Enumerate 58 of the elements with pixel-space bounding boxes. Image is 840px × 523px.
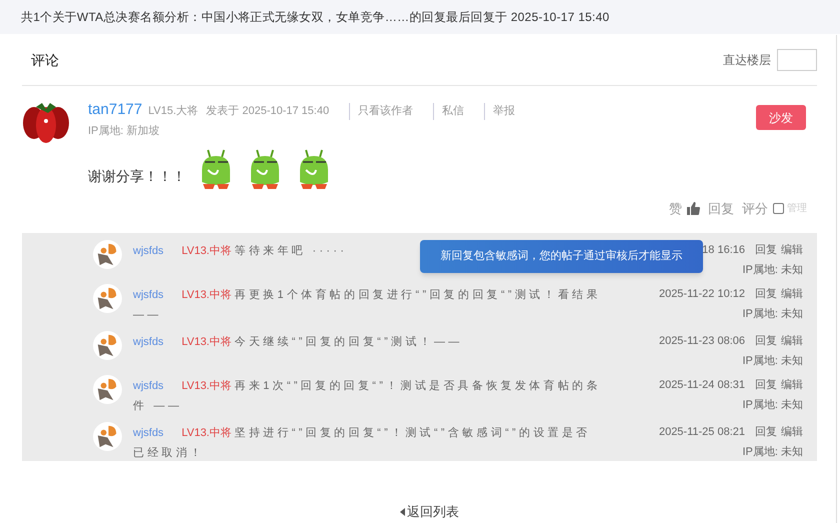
back-link[interactable]: 返回列表 bbox=[400, 502, 459, 522]
edit-link[interactable]: 编辑 bbox=[781, 284, 803, 304]
reply-text: wjsfds LV13.中将 再来1次“”回复的回复“”！测试是否具备恢复发体育帖的条件 —— bbox=[133, 378, 602, 414]
ip-location: IP属地: 新加坡 bbox=[88, 124, 161, 138]
floor-button[interactable]: 沙发 bbox=[756, 105, 806, 130]
post-action-link[interactable]: 只看该作者 bbox=[349, 103, 414, 120]
username-link[interactable]: tan7177 bbox=[88, 99, 142, 122]
floor-input[interactable] bbox=[777, 49, 817, 71]
ip-location: IP属地: 未知 bbox=[742, 354, 803, 369]
reply-link[interactable]: 回复 bbox=[755, 240, 777, 260]
reply-time: 18 16:16 bbox=[702, 243, 745, 258]
username-link[interactable]: wjsfds bbox=[133, 289, 164, 301]
reply-button[interactable]: 回复 bbox=[708, 198, 734, 218]
edit-link[interactable]: 编辑 bbox=[781, 422, 803, 442]
username-link[interactable]: wjsfds bbox=[133, 380, 164, 392]
like-button[interactable]: 赞 bbox=[669, 198, 682, 218]
post-time: 发表于 2025-10-17 15:40 bbox=[206, 104, 330, 119]
reply-text: wjsfds LV13.中将 再更换1个体育帖的回复进行“”回复的回复“”测试！看结果 —— bbox=[133, 288, 602, 323]
thumbs-up-icon[interactable] bbox=[686, 201, 700, 216]
reply-time: 2025-11-23 08:06 bbox=[658, 334, 745, 349]
monster-sticker-icon bbox=[248, 148, 282, 190]
reply-time: 2025-11-24 08:31 bbox=[658, 378, 745, 393]
section-title: 评论 bbox=[31, 50, 59, 70]
jump-label: 直达楼层 bbox=[723, 52, 771, 69]
reply-text: wjsfds LV13.中将 今天继续“”回复的回复“”测试！—— bbox=[133, 335, 464, 350]
rate-button[interactable]: 评分 bbox=[742, 198, 768, 218]
post-action-link[interactable]: 私信 bbox=[433, 103, 464, 120]
avatar bbox=[93, 375, 122, 404]
post-action-link[interactable]: 举报 bbox=[484, 103, 516, 120]
monster-sticker-icon bbox=[199, 148, 233, 190]
ip-location: IP属地: 未知 bbox=[742, 445, 803, 460]
post-body: 谢谢分享！！！ bbox=[88, 167, 186, 186]
ip-location: IP属地: 未知 bbox=[742, 398, 803, 413]
manage-checkbox[interactable] bbox=[773, 202, 784, 214]
monster-sticker-icon bbox=[297, 148, 331, 190]
reply-time: 2025-11-22 10:12 bbox=[658, 287, 745, 302]
edit-link[interactable]: 编辑 bbox=[781, 331, 803, 351]
edit-link[interactable]: 编辑 bbox=[781, 240, 803, 260]
avatar bbox=[93, 240, 122, 269]
reply-link[interactable]: 回复 bbox=[755, 422, 777, 442]
notice-toast: 新回复包含敏感词，您的帖子通过审核后才能显示 bbox=[420, 240, 703, 273]
ip-location: IP属地: 未知 bbox=[742, 263, 803, 278]
username-link[interactable]: wjsfds bbox=[133, 427, 164, 439]
ip-location: IP属地: 未知 bbox=[742, 307, 803, 322]
reply-link[interactable]: 回复 bbox=[755, 375, 777, 395]
username-link[interactable]: wjsfds bbox=[133, 336, 164, 348]
username-link[interactable]: wjsfds bbox=[133, 245, 164, 257]
reply-text: wjsfds LV13.中将 坚持进行“”回复的回复“”！测试“”含敏感词“”的设置是否已经取消！ bbox=[133, 426, 592, 461]
reply-link[interactable]: 回复 bbox=[755, 331, 777, 351]
avatar bbox=[93, 284, 122, 313]
avatar bbox=[93, 422, 122, 451]
user-level: LV15.大将 bbox=[148, 104, 198, 119]
reply-link[interactable]: 回复 bbox=[755, 284, 777, 304]
edit-link[interactable]: 编辑 bbox=[781, 375, 803, 395]
avatar bbox=[93, 331, 122, 360]
caret-icon bbox=[400, 508, 405, 516]
reply-time: 2025-11-25 08:21 bbox=[658, 425, 745, 440]
thread-title: 共1个关于WTA总决赛名额分析：中国小将正式无缘女双，女单竞争……的回复最后回复于 2025-10-17 15:40 bbox=[21, 9, 610, 26]
